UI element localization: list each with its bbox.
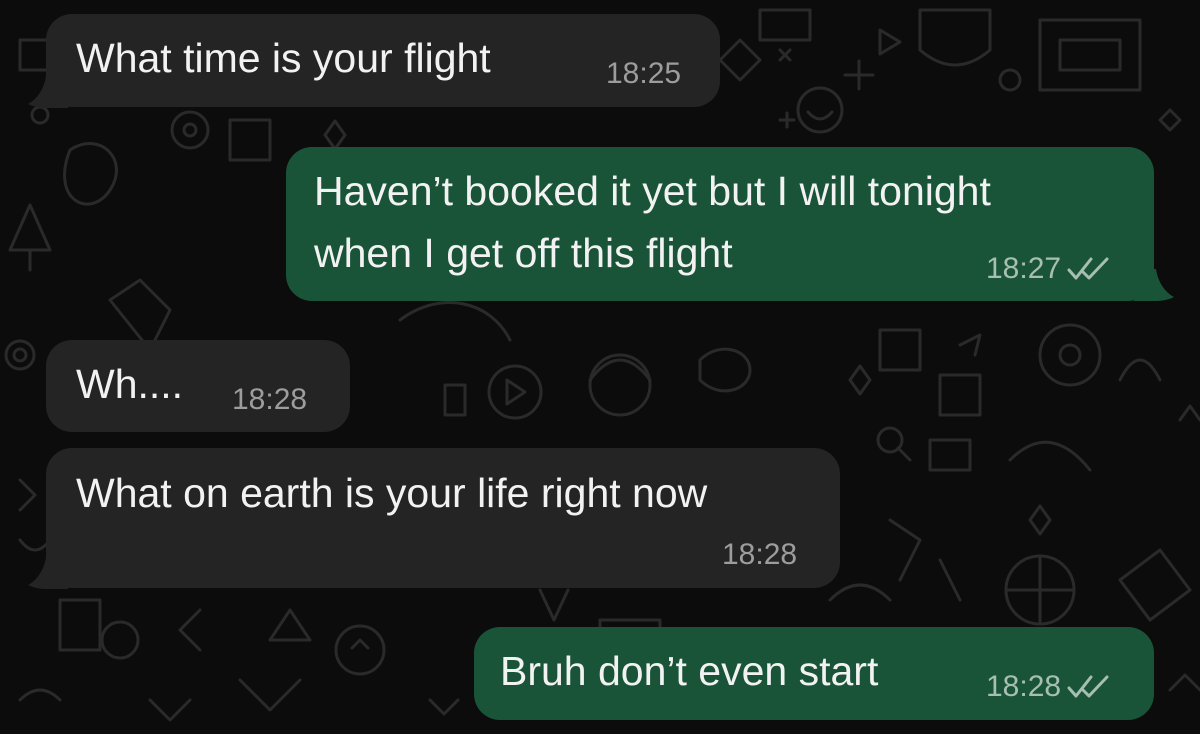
- message-timestamp: 18:25: [606, 57, 681, 91]
- message-timestamp: 18:27: [986, 252, 1113, 286]
- message-timestamp: 18:28: [722, 538, 797, 572]
- bubble-tail-outgoing: [1134, 269, 1174, 301]
- message-bubble-outgoing[interactable]: Bruh don’t even start 18:28: [474, 627, 1154, 720]
- message-time: 18:25: [606, 57, 682, 90]
- bubble-tail-incoming: [28, 557, 68, 589]
- message-time: 18:28: [986, 670, 1062, 703]
- bubble-tail-incoming: [28, 76, 68, 108]
- read-double-check-icon: [1067, 257, 1109, 280]
- message-time: 18:28: [722, 538, 798, 571]
- message-text: Wh....: [76, 361, 184, 407]
- message-text: What time is your flight: [76, 35, 491, 81]
- message-bubble-incoming[interactable]: What time is your flight 18:25: [46, 14, 720, 107]
- message-bubble-incoming[interactable]: What on earth is your life right now 18:…: [46, 448, 840, 588]
- chat-window: What time is your flight 18:25 Haven’t b…: [0, 0, 1200, 734]
- message-time: 18:27: [986, 252, 1062, 285]
- message-timestamp: 18:28: [986, 670, 1113, 704]
- message-timestamp: 18:28: [232, 383, 307, 417]
- message-bubble-incoming[interactable]: Wh.... 18:28: [46, 340, 350, 432]
- message-text: Haven’t booked it yet but I will tonight: [314, 168, 991, 214]
- message-text: when I get off this flight: [314, 230, 733, 276]
- message-time: 18:28: [232, 383, 308, 416]
- read-double-check-icon: [1067, 675, 1109, 698]
- message-text: Bruh don’t even start: [500, 648, 879, 694]
- message-bubble-outgoing[interactable]: Haven’t booked it yet but I will tonight…: [286, 147, 1154, 301]
- message-text: What on earth is your life right now: [76, 470, 708, 516]
